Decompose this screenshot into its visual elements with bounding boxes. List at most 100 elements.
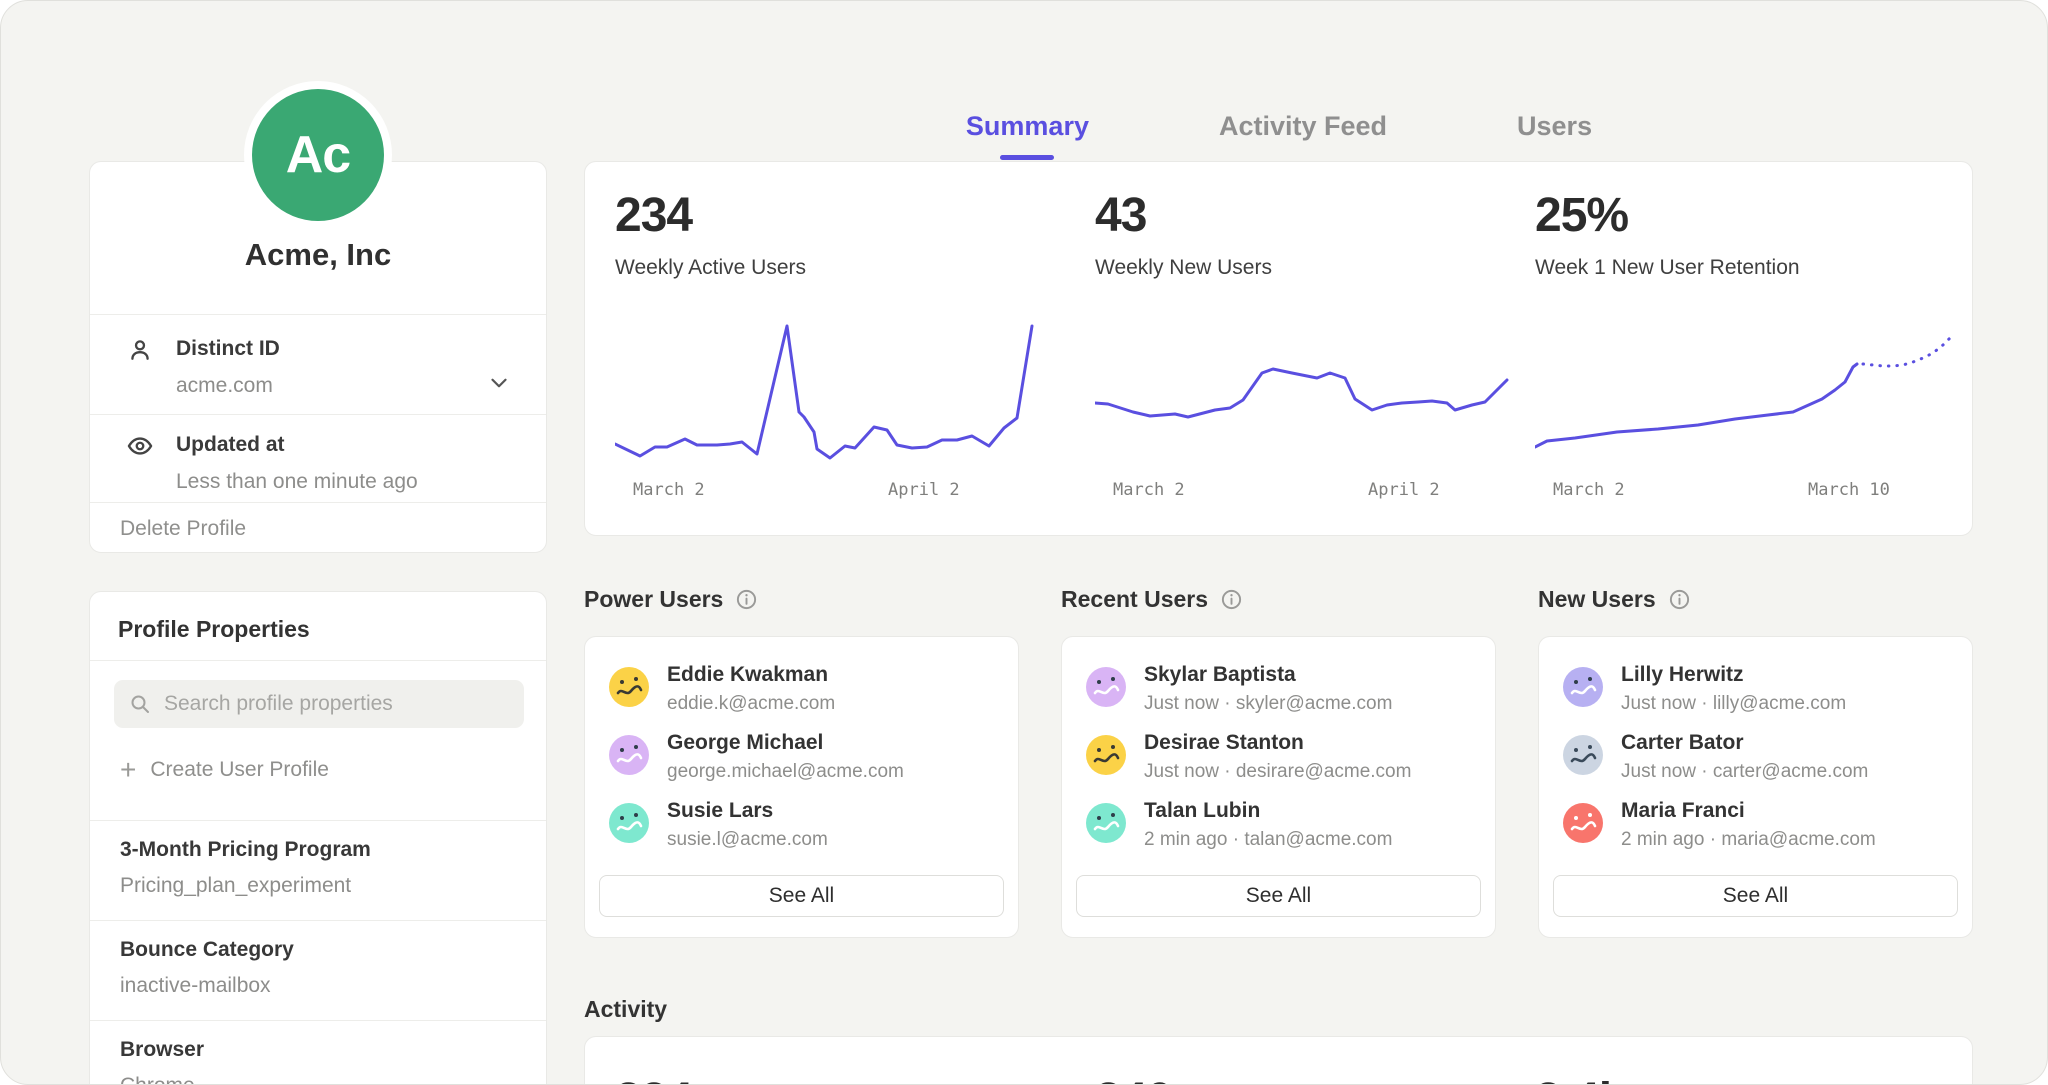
recent-users-header: Recent Users xyxy=(1061,586,1243,613)
user-row[interactable]: Desirae Stanton Just now · desirare@acme… xyxy=(1086,731,1473,789)
user-row[interactable]: Carter Bator Just now · carter@acme.com xyxy=(1563,731,1950,789)
axis-tick: March 2 xyxy=(1113,480,1185,500)
stat-week1-retention: 25% Week 1 New User Retention March 2 Ma… xyxy=(1535,162,1957,535)
chevron-down-icon[interactable] xyxy=(486,370,512,396)
user-row[interactable]: Lilly Herwitz Just now · lilly@acme.com xyxy=(1563,663,1950,721)
axis-tick: March 2 xyxy=(633,480,705,500)
property-row-pricing-program[interactable]: 3-Month Pricing Program Pricing_plan_exp… xyxy=(90,822,546,920)
axis-tick: April 2 xyxy=(888,480,960,500)
updated-at-value: Less than one minute ago xyxy=(176,470,418,494)
profile-properties-title: Profile Properties xyxy=(118,616,310,643)
avatar xyxy=(1086,803,1126,843)
user-email: susie.l@acme.com xyxy=(667,829,828,851)
user-email: eddie.k@acme.com xyxy=(667,693,835,715)
search-icon xyxy=(128,692,152,716)
property-row-bounce-category[interactable]: Bounce Category inactive-mailbox xyxy=(90,922,546,1020)
user-row[interactable]: Talan Lubin 2 min ago · talan@acme.com xyxy=(1086,799,1473,857)
delete-profile-button[interactable]: Delete Profile xyxy=(120,517,246,541)
stat-weekly-active-users: 234 Weekly Active Users March 2 April 2 xyxy=(615,162,1037,535)
activity-title: Activity xyxy=(584,996,667,1023)
axis-tick: April 2 xyxy=(1368,480,1440,500)
new-users-header: New Users xyxy=(1538,586,1691,613)
user-row[interactable]: Eddie Kwakman eddie.k@acme.com xyxy=(609,663,996,721)
see-all-button[interactable]: See All xyxy=(1553,875,1958,917)
divider xyxy=(90,1020,546,1021)
info-icon[interactable] xyxy=(1668,588,1691,611)
tab-summary[interactable]: Summary xyxy=(966,111,1089,160)
user-email: george.michael@acme.com xyxy=(667,761,904,783)
avatar xyxy=(609,735,649,775)
updated-at-label: Updated at xyxy=(176,433,285,457)
user-name: Susie Lars xyxy=(667,799,773,823)
new-users-title: New Users xyxy=(1538,586,1656,613)
company-profile-page: Ac Acme, Inc Distinct ID acme.com Update… xyxy=(0,0,2048,1085)
avatar xyxy=(1563,667,1603,707)
user-row[interactable]: Maria Franci 2 min ago · maria@acme.com xyxy=(1563,799,1950,857)
user-name: Talan Lubin xyxy=(1144,799,1260,823)
person-icon xyxy=(126,336,154,364)
divider xyxy=(90,820,546,821)
tab-activity-feed[interactable]: Activity Feed xyxy=(1219,111,1387,160)
plus-icon: + xyxy=(120,760,136,780)
user-name: Carter Bator xyxy=(1621,731,1744,755)
company-avatar: Ac xyxy=(252,89,384,221)
recent-users-card: Skylar Baptista Just now · skyler@acme.c… xyxy=(1061,636,1496,938)
avatar xyxy=(609,803,649,843)
eye-icon xyxy=(126,432,154,460)
profile-properties-card: Profile Properties + Create User Profile… xyxy=(89,591,547,1085)
divider xyxy=(90,502,546,503)
user-name: Desirae Stanton xyxy=(1144,731,1304,755)
recent-users-title: Recent Users xyxy=(1061,586,1208,613)
stat-label: Weekly New Users xyxy=(1095,256,1272,280)
property-name: Browser xyxy=(120,1038,204,1062)
stat-weekly-new-users: 43 Weekly New Users March 2 April 2 xyxy=(1095,162,1517,535)
stat-label: Week 1 New User Retention xyxy=(1535,256,1800,280)
user-activity: Just now · desirare@acme.com xyxy=(1144,761,1411,783)
user-activity: Just now · skyler@acme.com xyxy=(1144,693,1392,715)
user-name: Lilly Herwitz xyxy=(1621,663,1744,687)
user-row[interactable]: Susie Lars susie.l@acme.com xyxy=(609,799,996,857)
property-value: Chrome xyxy=(120,1074,195,1085)
stat-value: 234 xyxy=(615,188,692,243)
stat-value: 43 xyxy=(1095,188,1146,243)
search-input[interactable] xyxy=(164,692,510,716)
x-axis: March 2 April 2 xyxy=(615,480,1035,506)
updated-at-row: Updated at Less than one minute ago xyxy=(90,430,546,520)
user-row[interactable]: Skylar Baptista Just now · skyler@acme.c… xyxy=(1086,663,1473,721)
power-users-header: Power Users xyxy=(584,586,758,613)
divider xyxy=(90,660,546,661)
user-activity: 2 min ago · maria@acme.com xyxy=(1621,829,1876,851)
activity-stat: 240 xyxy=(1095,1073,1172,1085)
power-users-card: Eddie Kwakman eddie.k@acme.com George Mi… xyxy=(584,636,1019,938)
new-users-card: Lilly Herwitz Just now · lilly@acme.com … xyxy=(1538,636,1973,938)
stat-value: 25% xyxy=(1535,188,1628,243)
create-user-profile-button[interactable]: + Create User Profile xyxy=(120,758,329,782)
user-name: Skylar Baptista xyxy=(1144,663,1296,687)
create-user-profile-label: Create User Profile xyxy=(150,758,329,782)
distinct-id-value: acme.com xyxy=(176,374,273,398)
divider xyxy=(90,920,546,921)
activity-card: 234 240 3.4k xyxy=(584,1036,1973,1085)
x-axis: March 2 April 2 xyxy=(1095,480,1515,506)
info-icon[interactable] xyxy=(1220,588,1243,611)
profile-properties-search[interactable] xyxy=(114,680,524,728)
user-activity: Just now · carter@acme.com xyxy=(1621,761,1868,783)
user-activity: 2 min ago · talan@acme.com xyxy=(1144,829,1392,851)
user-name: George Michael xyxy=(667,731,823,755)
axis-tick: March 2 xyxy=(1553,480,1625,500)
info-icon[interactable] xyxy=(735,588,758,611)
tab-users[interactable]: Users xyxy=(1517,111,1592,160)
weekly-new-users-chart xyxy=(1095,302,1515,467)
avatar xyxy=(1563,803,1603,843)
property-value: Pricing_plan_experiment xyxy=(120,874,351,898)
x-axis: March 2 March 10 xyxy=(1535,480,1955,506)
see-all-button[interactable]: See All xyxy=(1076,875,1481,917)
weekly-active-users-chart xyxy=(615,302,1035,467)
user-name: Eddie Kwakman xyxy=(667,663,828,687)
user-activity: Just now · lilly@acme.com xyxy=(1621,693,1846,715)
summary-stats-card: 234 Weekly Active Users March 2 April 2 … xyxy=(584,161,1973,536)
user-row[interactable]: George Michael george.michael@acme.com xyxy=(609,731,996,789)
see-all-button[interactable]: See All xyxy=(599,875,1004,917)
property-row-browser[interactable]: Browser Chrome xyxy=(90,1022,546,1085)
distinct-id-label: Distinct ID xyxy=(176,337,280,361)
